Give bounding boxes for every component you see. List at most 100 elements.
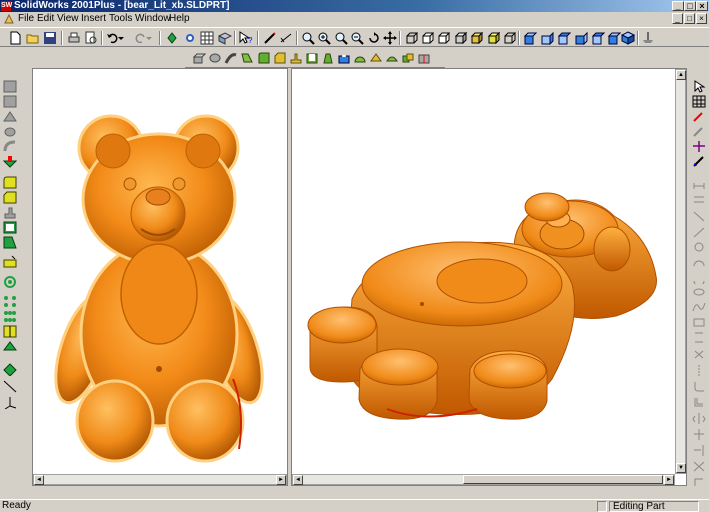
- zoom-selection-icon[interactable]: [350, 31, 364, 45]
- rib-tool-icon[interactable]: [3, 206, 17, 219]
- shell-icon[interactable]: [305, 51, 319, 65]
- menu-window[interactable]: Window: [135, 13, 171, 25]
- save-icon[interactable]: [43, 31, 57, 45]
- redo-dropdown-icon[interactable]: [146, 31, 152, 45]
- menu-tools[interactable]: Tools: [109, 13, 132, 25]
- tangent-arc-icon[interactable]: [692, 271, 706, 284]
- line-tool-icon[interactable]: [3, 380, 17, 393]
- zoom-to-fit-icon[interactable]: [301, 31, 315, 45]
- view-back-icon[interactable]: [540, 31, 554, 45]
- trim-icon[interactable]: [692, 428, 706, 441]
- circle-tool-icon[interactable]: [692, 241, 706, 254]
- extrude-boss-icon[interactable]: [3, 95, 17, 108]
- bear-isometric-view-model[interactable]: [292, 69, 674, 473]
- select-arrow-icon[interactable]: [692, 80, 706, 93]
- spline-icon[interactable]: [692, 301, 706, 314]
- scale-icon[interactable]: [401, 51, 415, 65]
- shaded-edges-icon[interactable]: [453, 31, 467, 45]
- sketch-pencil-icon[interactable]: [692, 110, 706, 123]
- perspective-icon[interactable]: [502, 31, 516, 45]
- circular-pattern-icon[interactable]: [3, 295, 17, 308]
- undo-dropdown-icon[interactable]: [118, 31, 124, 45]
- loft-icon[interactable]: [240, 51, 254, 65]
- revolve-icon[interactable]: [208, 51, 222, 65]
- fillet-sketch-icon[interactable]: [692, 380, 706, 393]
- coordinate-system-icon[interactable]: [3, 396, 17, 409]
- mirror-sketch-icon[interactable]: [692, 412, 706, 425]
- mirror-all-icon[interactable]: [3, 325, 17, 338]
- deform-icon[interactable]: [385, 51, 399, 65]
- minimize-button[interactable]: _: [672, 1, 684, 11]
- point-icon[interactable]: [692, 348, 706, 361]
- scroll-down-arrow-icon[interactable]: ▼: [676, 463, 686, 473]
- sweep-boss-icon[interactable]: [3, 125, 17, 138]
- scroll-thumb[interactable]: [463, 475, 663, 484]
- edit-sketch-icon[interactable]: [692, 155, 706, 168]
- grid-icon[interactable]: [200, 31, 214, 45]
- scroll-right-arrow-icon[interactable]: ►: [276, 475, 286, 485]
- scroll-up-arrow-icon[interactable]: ▲: [676, 70, 686, 80]
- shaded-icon[interactable]: [469, 31, 483, 45]
- menu-view[interactable]: View: [57, 13, 79, 25]
- extrude-cut-icon[interactable]: [3, 155, 17, 168]
- extend-icon[interactable]: [692, 444, 706, 457]
- shape-icon[interactable]: [369, 51, 383, 65]
- close-button[interactable]: ×: [696, 1, 708, 11]
- new-file-icon[interactable]: [8, 31, 22, 45]
- menu-help[interactable]: Help: [169, 13, 190, 25]
- sweep-icon[interactable]: [224, 51, 238, 65]
- fillet-icon[interactable]: [257, 51, 271, 65]
- ellipse-tool-icon[interactable]: [692, 286, 706, 299]
- iso-view-vertical-scrollbar[interactable]: ▲ ▼: [675, 69, 686, 474]
- offset-entities-icon[interactable]: [692, 396, 706, 409]
- rectangle-tool-icon[interactable]: [692, 316, 706, 329]
- rib-icon[interactable]: [289, 51, 303, 65]
- scroll-left-arrow-icon[interactable]: ◄: [293, 475, 303, 485]
- menu-insert[interactable]: Insert: [81, 13, 106, 25]
- redo-icon[interactable]: [133, 31, 147, 45]
- polygon-icon[interactable]: [692, 331, 706, 344]
- hidden-lines-visible-icon[interactable]: [420, 31, 434, 45]
- maximize-button[interactable]: □: [684, 1, 696, 11]
- rebuild-icon[interactable]: [166, 31, 180, 45]
- iso-view-horizontal-scrollbar[interactable]: ◄ ►: [292, 474, 675, 485]
- revolve-boss-icon[interactable]: [3, 110, 17, 123]
- draft-icon[interactable]: [321, 51, 335, 65]
- draft-tool-icon[interactable]: [3, 236, 17, 249]
- view-bottom-icon[interactable]: [607, 31, 621, 45]
- pan-icon[interactable]: [383, 31, 397, 45]
- sketch-text-icon[interactable]: [692, 476, 706, 489]
- hole-icon[interactable]: [337, 51, 351, 65]
- wireframe-icon[interactable]: [404, 31, 418, 45]
- sketch-tool-icon[interactable]: [3, 80, 17, 93]
- scroll-right-arrow-icon[interactable]: ►: [664, 475, 674, 485]
- sketch-icon[interactable]: [263, 31, 277, 45]
- isometric-viewport[interactable]: ◄ ► ▲ ▼: [291, 68, 687, 486]
- 3d-sketch-icon[interactable]: [692, 125, 706, 138]
- view-front-icon[interactable]: [523, 31, 537, 45]
- convert-entities-icon[interactable]: [692, 460, 706, 473]
- doc-restore-button[interactable]: □: [684, 13, 695, 24]
- arc-icon[interactable]: [692, 256, 706, 269]
- relation-icon[interactable]: [692, 193, 706, 206]
- dome-icon[interactable]: [353, 51, 367, 65]
- centerline-icon[interactable]: [692, 364, 706, 377]
- split-line-icon[interactable]: [417, 51, 431, 65]
- view-isometric-icon[interactable]: [621, 31, 635, 45]
- doc-minimize-button[interactable]: _: [672, 13, 683, 24]
- chamfer-icon[interactable]: [273, 51, 287, 65]
- front-view-viewport[interactable]: ◄ ►: [32, 68, 288, 486]
- print-preview-icon[interactable]: [84, 31, 98, 45]
- zoom-in-out-icon[interactable]: [334, 31, 348, 45]
- mirror-feature-icon[interactable]: [3, 310, 17, 323]
- doc-close-button[interactable]: ×: [696, 13, 707, 24]
- hole-wizard-icon[interactable]: [3, 255, 17, 268]
- line-icon[interactable]: [692, 226, 706, 239]
- view-right-icon[interactable]: [574, 31, 588, 45]
- options-icon[interactable]: [183, 31, 197, 45]
- front-view-horizontal-scrollbar[interactable]: ◄ ►: [33, 474, 287, 485]
- menu-edit[interactable]: Edit: [37, 13, 54, 25]
- zoom-area-icon[interactable]: [317, 31, 331, 45]
- reference-geometry-icon[interactable]: [3, 340, 17, 353]
- open-folder-icon[interactable]: [26, 31, 40, 45]
